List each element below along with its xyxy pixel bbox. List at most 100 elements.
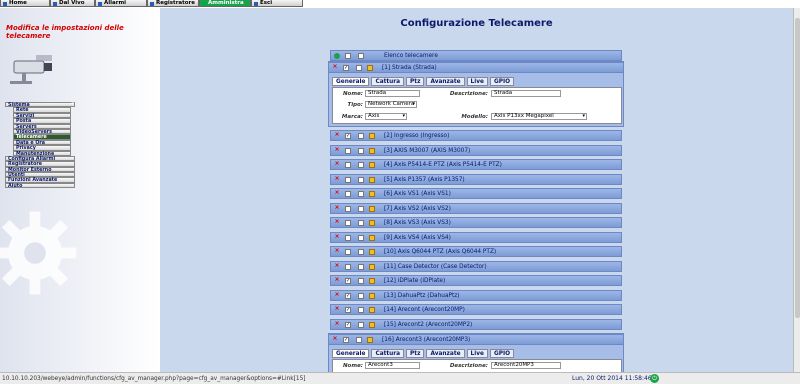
select-checkbox[interactable]	[358, 278, 364, 284]
select-checkbox[interactable]	[358, 220, 364, 226]
scrollbar[interactable]	[793, 8, 800, 372]
select-checkbox[interactable]	[358, 205, 364, 212]
select-checkbox[interactable]	[358, 234, 364, 241]
select-checkbox[interactable]	[358, 263, 364, 270]
edit-icon[interactable]	[369, 133, 375, 139]
name-field[interactable]: Strada	[365, 90, 420, 97]
enable-checkbox[interactable]: ✓	[345, 278, 351, 284]
camera-row[interactable]: × ✓ [14] Arecont (Arecont20MP)	[330, 304, 622, 315]
enable-checkbox[interactable]: ✓	[343, 337, 349, 343]
delete-icon[interactable]: ×	[334, 204, 340, 212]
edit-icon[interactable]	[369, 278, 375, 284]
select-checkbox[interactable]	[358, 292, 364, 299]
delete-icon[interactable]: ×	[334, 320, 340, 328]
delete-icon[interactable]: ×	[332, 336, 338, 343]
save-icon[interactable]	[358, 53, 364, 59]
tab-live[interactable]: Live	[466, 77, 488, 86]
delete-icon[interactable]: ×	[334, 175, 340, 183]
delete-icon[interactable]: ×	[334, 306, 340, 313]
tab-ptz[interactable]: Ptz	[406, 349, 425, 358]
delete-icon[interactable]: ×	[332, 64, 338, 71]
enable-checkbox[interactable]: ✓	[343, 65, 349, 71]
description-field[interactable]: Strada	[491, 90, 561, 97]
enable-checkbox[interactable]	[345, 176, 351, 183]
delete-icon[interactable]: ×	[334, 219, 340, 226]
camera-row-16[interactable]: × ✓ [16] Arecont3 (Arecont20MP3)	[328, 334, 624, 345]
camera-row[interactable]: × [4] Axis P5414-E PTZ (Axis P5414-E PTZ)	[330, 159, 622, 170]
model-select[interactable]: Axis P13xx Megapixel	[491, 113, 587, 120]
edit-icon[interactable]	[369, 220, 375, 226]
camera-row[interactable]: × ✓ [2] Ingresso (Ingresso)	[330, 130, 622, 141]
tab-live[interactable]: Live	[466, 349, 488, 358]
camera-row[interactable]: × [8] Axis VS3 (Axis VS3)	[330, 217, 622, 228]
select-checkbox[interactable]	[358, 133, 364, 139]
enable-checkbox[interactable]	[345, 234, 351, 241]
camera-row[interactable]: × ✓ [15] Arecont2 (Arecont20MP2)	[330, 318, 622, 330]
tab-cattura[interactable]: Cattura	[371, 349, 405, 358]
type-select[interactable]: Network Camera	[365, 101, 417, 108]
name-field[interactable]: Arecont3	[365, 362, 420, 369]
nav-dal-vivo[interactable]: Dal Vivo	[50, 0, 95, 7]
delete-icon[interactable]: ×	[334, 291, 340, 299]
nav-amministra[interactable]: Amministra	[199, 0, 251, 7]
enable-checkbox[interactable]	[345, 191, 351, 197]
tab-gpio[interactable]: GPIO	[489, 349, 515, 358]
camera-row-1[interactable]: × ✓ [1] Strada (Strada)	[328, 62, 624, 73]
enable-checkbox[interactable]: ✓	[345, 292, 351, 299]
camera-row[interactable]: × ✓ [13] DahuaPtz (DahuaPtz)	[330, 289, 622, 301]
edit-icon[interactable]	[369, 263, 375, 270]
edit-icon[interactable]	[369, 176, 375, 183]
camera-row[interactable]: × [9] Axis VS4 (Axis VS4)	[330, 231, 622, 243]
camera-row[interactable]: × [3] AXIS M3007 (AXIS M3007)	[330, 144, 622, 156]
camera-row[interactable]: × [7] Axis VS2 (Axis VS2)	[330, 202, 622, 214]
edit-icon[interactable]	[369, 234, 375, 241]
enable-checkbox[interactable]	[345, 205, 351, 212]
camera-row[interactable]: × [5] Axis P1357 (Axis P1357)	[330, 173, 622, 185]
enable-checkbox[interactable]: ✓	[345, 307, 351, 313]
edit-icon[interactable]	[367, 65, 373, 71]
tab-generale[interactable]: Generale	[332, 349, 370, 358]
edit-icon[interactable]	[369, 162, 375, 168]
select-checkbox[interactable]	[358, 162, 364, 168]
camera-row[interactable]: × [6] Axis VS1 (Axis VS1)	[330, 188, 622, 199]
scrollbar-thumb[interactable]	[795, 18, 800, 318]
edit-icon[interactable]	[369, 307, 375, 313]
camera-row[interactable]: × [11] Case Detector (Case Detector)	[330, 260, 622, 272]
select-checkbox[interactable]	[358, 249, 364, 255]
edit-icon[interactable]	[369, 147, 375, 154]
camera-row[interactable]: × ✓ [12] iDPlate (iDPlate)	[330, 275, 622, 286]
delete-icon[interactable]: ×	[334, 132, 340, 139]
enable-checkbox[interactable]	[345, 162, 351, 168]
enable-checkbox[interactable]: ✓	[345, 321, 351, 328]
select-checkbox[interactable]	[358, 321, 364, 328]
edit-icon[interactable]	[369, 321, 375, 328]
delete-icon[interactable]: ×	[334, 233, 340, 241]
tab-cattura[interactable]: Cattura	[371, 77, 405, 86]
delete-icon[interactable]: ×	[334, 248, 340, 255]
select-checkbox[interactable]	[358, 176, 364, 183]
tab-avanzate[interactable]: Avanzate	[426, 77, 465, 86]
enable-checkbox[interactable]	[345, 249, 351, 255]
tab-ptz[interactable]: Ptz	[406, 77, 425, 86]
enable-checkbox[interactable]	[345, 147, 351, 154]
delete-icon[interactable]: ×	[334, 190, 340, 197]
select-checkbox[interactable]	[358, 147, 364, 154]
edit-icon[interactable]	[369, 292, 375, 299]
edit-icon[interactable]	[369, 191, 375, 197]
enable-checkbox[interactable]	[345, 263, 351, 270]
nav-allarmi[interactable]: Allarmi	[95, 0, 147, 7]
delete-icon[interactable]: ×	[334, 262, 340, 270]
edit-icon[interactable]	[367, 337, 373, 343]
tab-avanzate[interactable]: Avanzate	[426, 349, 465, 358]
brand-select[interactable]: Axis	[365, 113, 407, 120]
enable-checkbox[interactable]	[345, 220, 351, 226]
tab-gpio[interactable]: GPIO	[489, 77, 515, 86]
power-icon[interactable]: ⏻	[650, 374, 659, 383]
nav-home[interactable]: Home	[0, 0, 50, 7]
edit-icon[interactable]	[369, 205, 375, 212]
nav-esci[interactable]: Esci	[251, 0, 303, 7]
delete-icon[interactable]: ×	[334, 277, 340, 284]
select-checkbox[interactable]	[356, 337, 362, 343]
select-checkbox[interactable]	[358, 191, 364, 197]
description-field[interactable]: Arecont20MP3	[491, 362, 561, 369]
